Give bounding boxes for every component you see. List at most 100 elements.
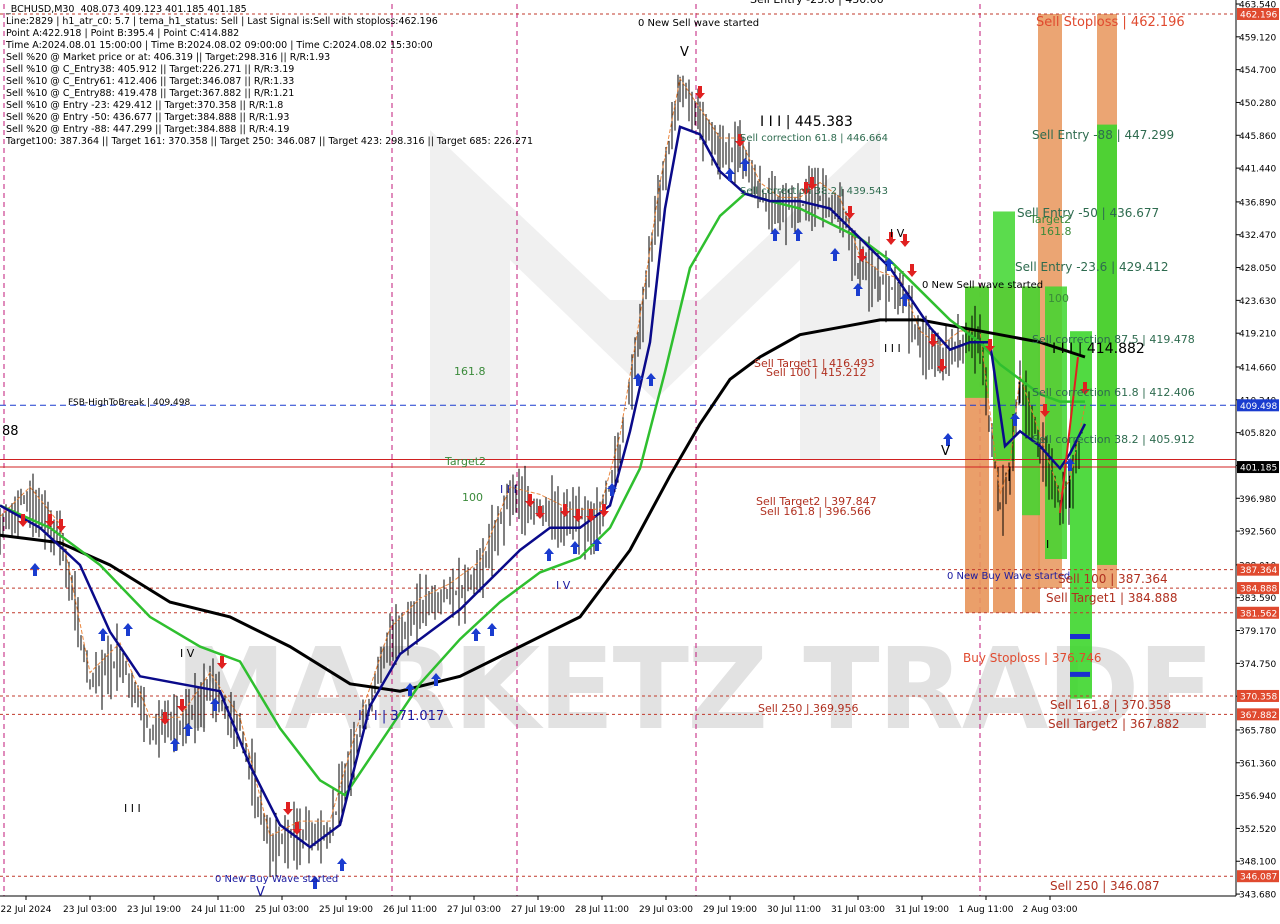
y-tick-label: 405.820 <box>1239 429 1276 439</box>
annotation-label: Sell correction 38.2 | 439.543 <box>740 186 888 197</box>
annotation-label: V <box>680 45 689 60</box>
y-tick-label: 441.440 <box>1239 165 1276 175</box>
x-tick-label: 27 Jul 03:00 <box>447 905 501 915</box>
y-tick-label: 374.750 <box>1239 660 1276 670</box>
chart-svg: MARKETZ TRADE 0 New Sell wave started0 N… <box>0 0 1280 920</box>
price-box-label: 387.364 <box>1240 566 1277 576</box>
buy-arrow-icon <box>98 628 108 641</box>
buy-marker <box>1070 671 1090 677</box>
y-tick-label: 365.780 <box>1239 726 1276 736</box>
annotation-label: 100 <box>1048 292 1069 305</box>
y-tick-label: 361.360 <box>1239 759 1276 769</box>
zone-box <box>1045 286 1067 560</box>
level-label: Sell 250 | 346.087 <box>1050 879 1160 893</box>
annotation-label: 0 New Buy Wave started <box>215 874 338 885</box>
level-label: Sell Stoploss | 462.196 <box>1036 15 1185 30</box>
y-tick-label: 459.120 <box>1239 33 1276 43</box>
x-tick-label: 23 Jul 19:00 <box>127 905 181 915</box>
y-tick-label: 450.280 <box>1239 99 1276 109</box>
annotation-label: I <box>1046 538 1049 551</box>
y-tick-label: 343.680 <box>1239 891 1276 901</box>
y-tick-label: 423.630 <box>1239 297 1276 307</box>
annotation-label: I V <box>180 647 195 660</box>
level-label: Sell Entry -88 | 447.299 <box>1032 128 1174 142</box>
x-tick-label: 31 Jul 03:00 <box>831 905 885 915</box>
y-tick-label: 445.860 <box>1239 132 1276 142</box>
price-box-label: 346.087 <box>1240 873 1277 883</box>
level-label: Sell Entry -50 | 436.677 <box>1017 206 1159 220</box>
zone-box <box>1022 286 1040 516</box>
buy-arrow-icon <box>544 548 554 561</box>
price-box-label: 409.498 <box>1240 402 1277 412</box>
y-tick-label: 396.980 <box>1239 495 1276 505</box>
x-tick-label: 29 Jul 19:00 <box>703 905 757 915</box>
series-layer <box>0 74 1087 878</box>
y-tick-label: 419.210 <box>1239 330 1276 340</box>
chart-root: MARKETZ TRADE 0 New Sell wave started 0 N… <box>0 0 1280 920</box>
x-tick-label: 26 Jul 11:00 <box>383 905 437 915</box>
annotation-label: 0 New Sell wave started <box>922 280 1043 291</box>
level-label: Sell 100 | 387.364 <box>1058 572 1168 586</box>
y-tick-label: 454.700 <box>1239 66 1276 76</box>
sell-arrow-icon <box>283 802 293 815</box>
annotation-label: Target2 <box>444 455 486 468</box>
annotation-label: Sell 100 | 415.212 <box>766 366 867 379</box>
buy-marker <box>1070 634 1090 640</box>
annotation-label: I V <box>556 579 571 592</box>
y-tick-label: 414.660 <box>1239 363 1276 373</box>
price-box-label: 401.185 <box>1240 464 1277 474</box>
annotation-label: 161.8 <box>454 365 486 378</box>
y-tick-label: 392.560 <box>1239 528 1276 538</box>
annotation-label: FSB-HighToBreak | 409.498 <box>68 398 190 408</box>
buy-arrow-icon <box>123 623 133 636</box>
price-box-label: 384.888 <box>1240 585 1277 595</box>
level-label: Sell correction 61.8 | 412.406 <box>1032 386 1195 399</box>
level-label: Buy Stoploss | 376.746 <box>963 651 1102 665</box>
sell-arrow-icon <box>907 264 917 277</box>
x-tick-label: 30 Jul 11:00 <box>767 905 821 915</box>
y-tick-label: 432.470 <box>1239 231 1276 241</box>
buy-arrow-icon <box>725 168 735 181</box>
x-tick-label: 29 Jul 03:00 <box>639 905 693 915</box>
annotations-layer: 0 New Sell wave started 0 New Sell wave s… <box>2 0 1195 900</box>
annotation-label: 88 <box>2 424 19 439</box>
y-tick-label: 436.890 <box>1239 198 1276 208</box>
annotation-label: I I I | 445.383 <box>760 114 853 130</box>
level-label: Sell 161.8 | 370.358 <box>1050 698 1171 712</box>
level-label: Sell Target1 | 384.888 <box>1046 591 1178 605</box>
level-label: Sell correction 38.2 | 405.912 <box>1032 433 1195 446</box>
annotation-label: V <box>941 444 950 459</box>
x-tick-label: 22 Jul 2024 <box>1 905 52 915</box>
annotation-label: 161.8 <box>1040 225 1072 238</box>
level-label: Sell Entry -23.6 | 429.412 <box>1015 260 1169 274</box>
x-tick-label: 27 Jul 19:00 <box>511 905 565 915</box>
annotation-label: I V <box>890 227 905 240</box>
y-tick-label: 348.100 <box>1239 858 1276 868</box>
x-tick-label: 1 Aug 11:00 <box>959 905 1014 915</box>
level-label: Sell Target2 | 367.882 <box>1048 717 1180 731</box>
annotation-label: I I I <box>884 342 901 355</box>
x-tick-label: 23 Jul 03:00 <box>63 905 117 915</box>
x-tick-label: 24 Jul 11:00 <box>191 905 245 915</box>
annotation-label: 0 New Buy Wave started <box>947 571 1070 582</box>
price-box-label: 370.358 <box>1240 692 1277 702</box>
annotation-label: I I I <box>124 802 141 815</box>
y-tick-label: 352.520 <box>1239 825 1276 835</box>
y-tick-label: 379.170 <box>1239 627 1276 637</box>
x-tick-label: 25 Jul 03:00 <box>255 905 309 915</box>
y-tick-label: 356.940 <box>1239 792 1276 802</box>
annotation-label: Sell 161.8 | 396.566 <box>760 505 871 518</box>
annotation-label: Sell correction 61.8 | 446.664 <box>740 133 888 144</box>
watermark-text: MARKETZ TRADE <box>175 625 1212 755</box>
y-tick-label: 383.590 <box>1239 594 1276 604</box>
signal-arrows <box>18 86 1090 889</box>
annotation-label: I I I | 371.017 <box>358 709 444 724</box>
price-box-label: 381.562 <box>1240 609 1277 619</box>
annotation-label: I I I <box>500 483 517 496</box>
annotation-label: Sell 250 | 369.956 <box>758 702 859 715</box>
x-tick-label: 2 Aug 03:00 <box>1023 905 1078 915</box>
annotation-label: 0 New Sell wave started <box>638 18 759 29</box>
x-tick-label: 28 Jul 11:00 <box>575 905 629 915</box>
price-box-label: 462.196 <box>1240 10 1277 20</box>
price-box-label: 367.882 <box>1240 711 1277 721</box>
